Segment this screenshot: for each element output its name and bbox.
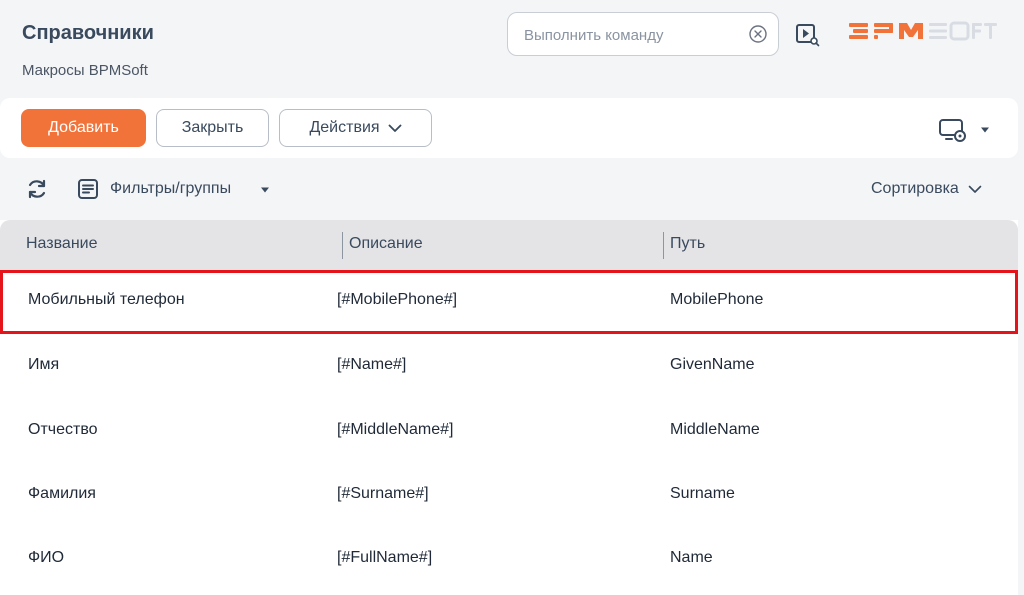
filter-bar: Фильтры/группы Сортировка (0, 165, 1018, 215)
table-row[interactable]: Имя [#Name#] GivenName (0, 335, 1018, 399)
monitor-gear-icon (939, 119, 966, 142)
cell-path: Name (670, 549, 713, 566)
sort-button[interactable]: Сортировка (871, 180, 982, 198)
chevron-down-icon (968, 185, 982, 193)
table-row[interactable]: ФИО [#FullName#] Name (0, 528, 1018, 592)
sort-label: Сортировка (871, 180, 959, 197)
filters-groups-label[interactable]: Фильтры/группы (110, 180, 231, 198)
brand-logo (849, 21, 997, 41)
caret-down-icon (981, 127, 989, 133)
chevron-down-icon (388, 124, 401, 132)
actions-button[interactable]: Действия (279, 109, 432, 147)
cell-path: MiddleName (670, 421, 760, 438)
toolbar: Добавить Закрыть Действия (0, 98, 1018, 158)
command-input[interactable] (522, 23, 736, 47)
refresh-icon[interactable] (25, 177, 49, 201)
page-title: Справочники (22, 22, 154, 44)
filter-list-icon[interactable] (76, 177, 100, 201)
clear-icon[interactable] (748, 24, 768, 44)
cell-description: [#FullName#] (337, 549, 433, 566)
cell-path: MobilePhone (670, 291, 764, 308)
add-button[interactable]: Добавить (21, 109, 146, 147)
table-row[interactable]: Мобильный телефон [#MobilePhone#] Mobile… (0, 270, 1018, 334)
column-header-description[interactable]: Описание (349, 235, 423, 253)
cell-description: [#Surname#] (337, 485, 429, 502)
grid-header: Название Описание Путь (0, 220, 1018, 270)
table-row[interactable]: Фамилия [#Surname#] Surname (0, 464, 1018, 528)
column-divider[interactable] (342, 232, 343, 259)
column-divider[interactable] (663, 232, 664, 259)
page-header: Справочники Макросы BPMSoft (0, 0, 1024, 98)
cell-name: ФИО (28, 549, 65, 566)
actions-label: Действия (309, 119, 380, 136)
cell-description: [#MiddleName#] (337, 421, 454, 438)
cell-name: Имя (28, 356, 60, 373)
table-row[interactable]: Отчество [#MiddleName#] MiddleName (0, 400, 1018, 464)
cell-name: Фамилия (28, 485, 96, 502)
cell-path: Surname (670, 485, 735, 502)
cell-name: Мобильный телефон (28, 291, 185, 308)
cell-description: [#MobilePhone#] (337, 291, 458, 308)
cell-name: Отчество (28, 421, 98, 438)
data-grid: Название Описание Путь Мобильный телефон… (0, 220, 1018, 595)
page-subtitle: Макросы BPMSoft (22, 62, 148, 79)
cell-description: [#Name#] (337, 356, 407, 373)
video-play-icon[interactable] (794, 21, 820, 47)
caret-down-icon[interactable] (260, 186, 270, 194)
view-settings-button[interactable] (938, 117, 992, 143)
column-header-path[interactable]: Путь (670, 235, 705, 253)
cell-path: GivenName (670, 356, 755, 373)
command-box (507, 12, 779, 56)
close-button[interactable]: Закрыть (156, 109, 269, 147)
column-header-name[interactable]: Название (26, 235, 98, 253)
